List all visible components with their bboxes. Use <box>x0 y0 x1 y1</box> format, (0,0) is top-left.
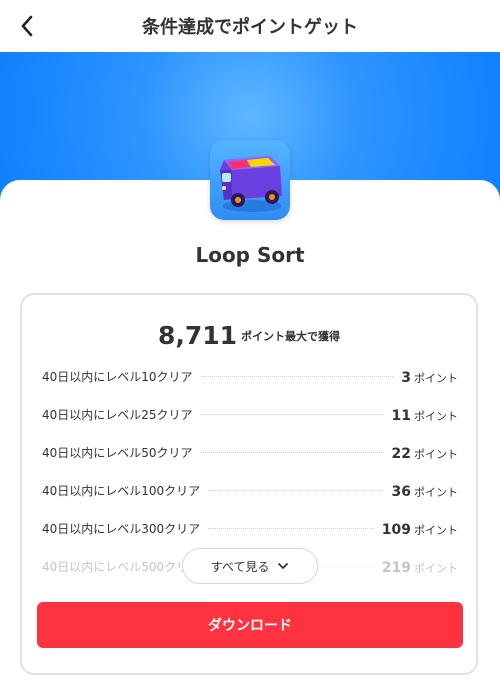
reward-card: 8,711 ポイント最大で獲得 40日以内にレベル10クリア 3 ポイント 40日以… <box>20 293 478 675</box>
task-label: 40日以内にレベル25クリア <box>42 407 193 422</box>
task-label: 40日以内にレベル300クリア <box>42 521 201 536</box>
task-row: 40日以内にレベル100クリア 36 ポイント <box>42 480 458 500</box>
toy-van-app-icon <box>210 140 290 220</box>
task-points-value: 11 <box>391 407 411 424</box>
see-all-button[interactable]: すべて見る <box>182 548 318 584</box>
top-bar: 条件達成でポイントゲット <box>0 0 500 53</box>
task-label: 40日以内にレベル500クリア <box>42 559 201 574</box>
task-points-value: 3 <box>401 369 411 386</box>
task-points-value: 36 <box>391 483 411 500</box>
dotted-leader <box>200 375 394 377</box>
task-row: 40日以内にレベル300クリア 109 ポイント <box>42 518 458 538</box>
total-points-label: ポイント最大で獲得 <box>241 329 341 343</box>
task-label: 40日以内にレベル50クリア <box>42 445 193 460</box>
task-points: 3 ポイント <box>401 367 458 386</box>
task-points-value: 219 <box>381 559 411 576</box>
dotted-leader <box>208 527 374 529</box>
task-points: 109 ポイント <box>382 519 458 538</box>
total-points: 8,711 ポイント最大で獲得 <box>22 321 476 350</box>
task-points: 22 ポイント <box>392 443 458 462</box>
task-points-value: 109 <box>381 521 411 538</box>
task-points-unit: ポイント <box>414 523 458 537</box>
task-row: 40日以内にレベル10クリア 3 ポイント <box>42 366 458 386</box>
task-points-value: 22 <box>391 445 411 462</box>
task-points-unit: ポイント <box>414 561 458 575</box>
task-label: 40日以内にレベル100クリア <box>42 483 201 498</box>
task-points-unit: ポイント <box>414 485 458 499</box>
task-points: 36 ポイント <box>392 481 458 500</box>
see-all-label: すべて見る <box>210 559 270 574</box>
page-title: 条件達成でポイントゲット <box>142 17 358 38</box>
app-name: Loop Sort <box>195 243 305 267</box>
dotted-leader <box>208 489 384 491</box>
task-points: 11 ポイント <box>392 405 458 424</box>
dotted-leader <box>200 451 384 453</box>
total-points-value: 8,711 <box>157 321 238 350</box>
task-row: 40日以内にレベル50クリア 22 ポイント <box>42 442 458 462</box>
task-label: 40日以内にレベル10クリア <box>42 369 193 384</box>
task-row: 40日以内にレベル25クリア 11 ポイント <box>42 404 458 424</box>
task-points: 219 ポイント <box>382 557 458 576</box>
task-points-unit: ポイント <box>414 409 458 423</box>
task-points-unit: ポイント <box>414 371 458 385</box>
task-points-unit: ポイント <box>414 447 458 461</box>
dotted-leader <box>200 413 384 415</box>
chevron-down-icon <box>278 563 289 569</box>
download-button[interactable]: ダウンロード <box>37 602 463 648</box>
